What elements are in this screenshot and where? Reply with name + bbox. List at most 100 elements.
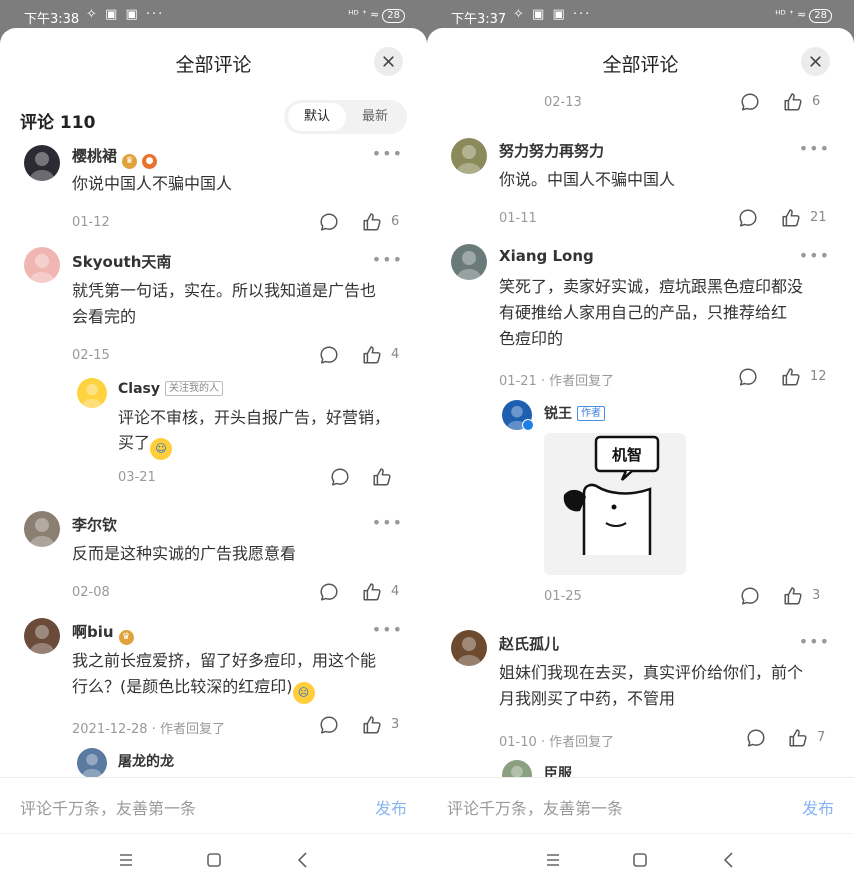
user-avatar[interactable]: [24, 511, 60, 547]
like-count: 12: [810, 369, 827, 384]
comment-date: 2021-12-28 · 作者回复了: [72, 722, 225, 737]
comment-date: 02-08: [72, 585, 110, 600]
user-avatar[interactable]: [24, 145, 60, 181]
comment-bubble-icon[interactable]: [318, 581, 340, 603]
comment-input-bar: 评论千万条，友善第一条 发布: [427, 777, 854, 833]
more-dots-icon[interactable]: •••: [799, 139, 830, 158]
user-avatar[interactable]: [451, 244, 487, 280]
close-button[interactable]: [374, 47, 403, 76]
comment-list: 02-13 6 努力努力再努力 ••• 你说。中国人不骗中国人 01-11 21 Xiang …: [427, 88, 854, 777]
more-dots-icon[interactable]: •••: [799, 246, 830, 265]
post-button[interactable]: 发布: [375, 795, 407, 819]
comment-input[interactable]: 评论千万条，友善第一条: [447, 795, 623, 819]
reply-avatar[interactable]: [77, 378, 107, 408]
nav-back-icon[interactable]: [291, 848, 315, 872]
sheet-title: 全部评论: [602, 54, 679, 76]
sticker-image[interactable]: 机智: [544, 433, 686, 575]
crying-emoji-icon: ☹: [292, 682, 315, 704]
comment-date: 01-21 · 作者回复了: [499, 374, 615, 389]
status-bar: 下午3:38 ✧ ▣ ▣ ··· ᴴᴰ ᐩ ≈28: [0, 0, 427, 30]
user-avatar[interactable]: [451, 630, 487, 666]
more-dots-icon[interactable]: •••: [372, 620, 403, 639]
reply-avatar[interactable]: [502, 760, 532, 777]
comment-bubble-icon[interactable]: [318, 714, 340, 736]
nav-menu-icon[interactable]: [541, 848, 565, 872]
medal-badge-icon: ●: [142, 154, 158, 169]
thumbs-up-icon[interactable]: [361, 714, 383, 736]
thumbs-up-icon[interactable]: [780, 207, 802, 229]
like-count: 21: [810, 210, 827, 225]
status-notification-icons: ✧ ▣ ▣ ···: [86, 7, 165, 22]
user-name[interactable]: 樱桃裙 ♛ ●: [72, 145, 158, 169]
nav-home-icon[interactable]: [628, 848, 652, 872]
sort-toggle: 默认 最新: [284, 100, 407, 134]
user-name[interactable]: 臣服: [544, 763, 572, 777]
user-name[interactable]: 赵氏孤儿: [499, 633, 559, 654]
level-badge-icon: ♛: [122, 154, 138, 169]
post-button[interactable]: 发布: [802, 795, 834, 819]
sticker-caption: 机智: [611, 446, 642, 464]
comment-bubble-icon[interactable]: [318, 211, 340, 233]
nav-menu-icon[interactable]: [114, 848, 138, 872]
battery-icon: 28: [809, 9, 832, 23]
user-name-text: 啊biu: [72, 623, 114, 641]
user-avatar[interactable]: [451, 138, 487, 174]
sort-default-tab[interactable]: 默认: [288, 103, 346, 131]
user-name[interactable]: 锐王 作者: [544, 403, 605, 423]
author-tag: 作者: [577, 406, 605, 421]
thumbs-up-icon[interactable]: [361, 344, 383, 366]
user-name[interactable]: 啊biu ♛: [72, 621, 134, 645]
comment-bubble-icon[interactable]: [739, 585, 761, 607]
thumbs-up-icon[interactable]: [371, 466, 393, 488]
user-avatar[interactable]: [24, 247, 60, 283]
comment-bubble-icon[interactable]: [329, 466, 351, 488]
user-name-text: Clasy: [118, 381, 160, 397]
user-avatar[interactable]: [24, 618, 60, 654]
comment-text: 反而是这种实诚的广告我愿意看: [72, 544, 297, 563]
nav-home-icon[interactable]: [202, 848, 226, 872]
close-button[interactable]: [801, 47, 830, 76]
user-name[interactable]: Skyouth天南: [72, 251, 171, 272]
thumbs-up-icon[interactable]: [787, 727, 809, 749]
user-name-text: 樱桃裙: [72, 147, 118, 165]
comment-input[interactable]: 评论千万条，友善第一条: [20, 795, 196, 819]
thumbs-up-icon[interactable]: [782, 91, 804, 113]
battery-icon: 28: [382, 9, 405, 23]
user-name[interactable]: Xiang Long: [499, 247, 594, 265]
status-signal-icons: ᴴᴰ ᐩ ≈28: [775, 8, 832, 23]
user-name[interactable]: 努力努力再努力: [499, 140, 604, 161]
comment-text: 就凭第一句话，实在。所以我知道是广告也: [72, 281, 377, 300]
user-name[interactable]: 屠龙的龙: [118, 751, 174, 771]
comment-bubble-icon[interactable]: [737, 366, 759, 388]
status-notification-icons: ✧ ▣ ▣ ···: [513, 7, 592, 22]
comment-sheet: 全部评论 02-13 6 努力努力再努力 ••• 你说。中国人不骗中国人 01-11 21 Xi…: [427, 28, 854, 884]
comment-bubble-icon[interactable]: [739, 91, 761, 113]
user-name[interactable]: Clasy 关注我的人: [118, 381, 223, 397]
thumbs-up-icon[interactable]: [780, 366, 802, 388]
comment-bubble-icon[interactable]: [318, 344, 340, 366]
comment-sheet: 全部评论 评论 110 默认 最新 樱桃裙 ♛ ● ••• 你说中国人不骗中国人 01-12 6 Sk…: [0, 28, 427, 884]
like-count: 4: [391, 347, 400, 362]
comment-text: 色痘印的: [499, 329, 564, 348]
more-dots-icon[interactable]: •••: [372, 144, 403, 163]
user-name[interactable]: 李尔钦: [72, 514, 117, 535]
comment-text: 行么？(是颜色比较深的红痘印) ☹: [72, 674, 315, 704]
comment-text: 买了 ☺: [118, 430, 173, 460]
more-dots-icon[interactable]: •••: [372, 250, 403, 269]
status-bar: 下午3:37 ✧ ▣ ▣ ··· ᴴᴰ ᐩ ≈28: [427, 0, 854, 30]
thumbs-up-icon[interactable]: [361, 211, 383, 233]
comment-list: 樱桃裙 ♛ ● ••• 你说中国人不骗中国人 01-12 6 Skyouth天南 ••• 就凭第一…: [0, 140, 427, 777]
more-dots-icon[interactable]: •••: [372, 513, 403, 532]
nav-back-icon[interactable]: [717, 848, 741, 872]
thumbs-up-icon[interactable]: [361, 581, 383, 603]
comment-bubble-icon[interactable]: [745, 727, 767, 749]
comment-text: 会看完的: [72, 307, 137, 326]
close-icon: [809, 53, 822, 72]
comment-bubble-icon[interactable]: [737, 207, 759, 229]
thumbs-up-icon[interactable]: [782, 585, 804, 607]
reply-avatar[interactable]: [77, 748, 107, 777]
comment-text: 姐妹们我现在去买，真实评价给你们，前个: [499, 663, 804, 682]
sort-latest-tab[interactable]: 最新: [346, 103, 404, 131]
like-count: 4: [391, 584, 400, 599]
more-dots-icon[interactable]: •••: [799, 632, 830, 651]
